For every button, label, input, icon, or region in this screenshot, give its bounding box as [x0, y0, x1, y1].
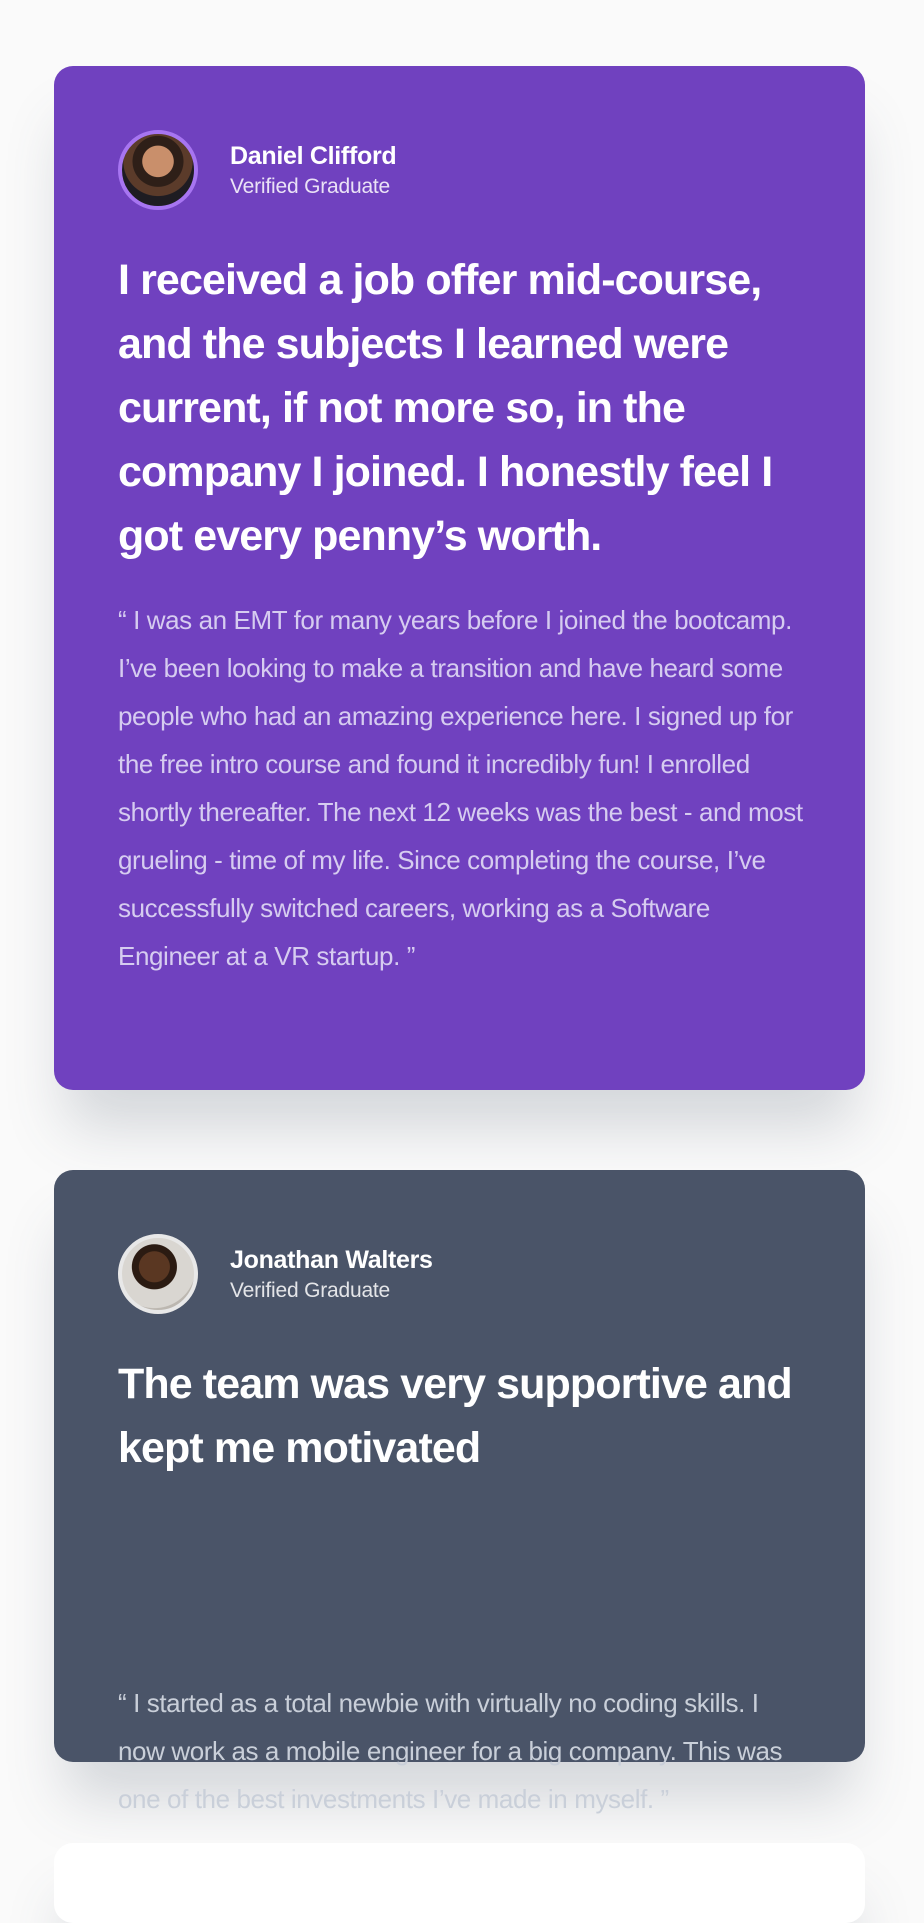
testimonial-card-daniel: Daniel Clifford Verified Graduate I rece… [54, 66, 865, 1090]
testimonial-quote: “ I was an EMT for many years before I j… [118, 605, 803, 971]
avatar [118, 1234, 198, 1314]
person-info: Jonathan Walters Verified Graduate [230, 1243, 433, 1305]
testimonial-headline: The team was very supportive and kept me… [118, 1360, 793, 1472]
verified-badge: Verified Graduate [230, 1279, 391, 1302]
testimonial-header: Jonathan Walters Verified Graduate [118, 1234, 433, 1314]
person-info: Daniel Clifford Verified Graduate [230, 139, 397, 201]
testimonial-card-jonathan: Jonathan Walters Verified Graduate The t… [54, 1170, 865, 1814]
person-name: Jonathan Walters [230, 1246, 433, 1274]
testimonial-quote: “ I started as a total newbie with virtu… [118, 1688, 783, 1814]
avatar [118, 130, 198, 210]
testimonial-header: Daniel Clifford Verified Graduate [118, 130, 397, 210]
testimonial-card-next [54, 1843, 865, 1923]
testimonial-headline: I received a job offer mid-course, and t… [118, 256, 773, 560]
person-name: Daniel Clifford [230, 142, 397, 170]
verified-badge: Verified Graduate [230, 175, 391, 198]
